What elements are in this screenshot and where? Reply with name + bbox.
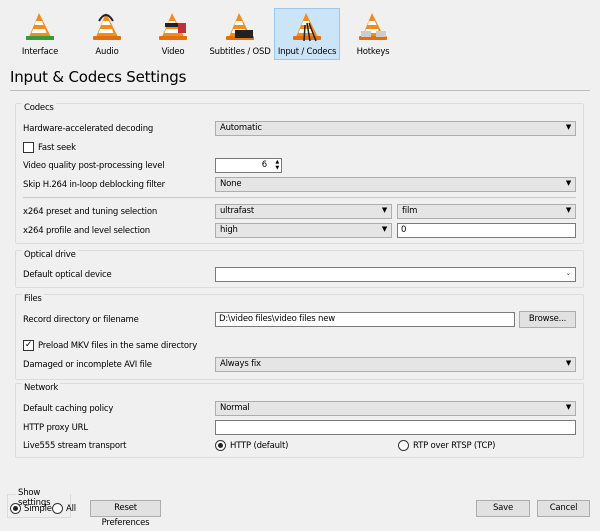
x264-profile-label: x264 profile and level selection bbox=[23, 226, 150, 236]
tab-label: Subtitles / OSD bbox=[209, 47, 271, 57]
skip-deblocking-label: Skip H.264 in-loop deblocking filter bbox=[23, 180, 165, 190]
x264-preset-select[interactable]: ultrafast ▼ bbox=[215, 204, 392, 219]
all-label: All bbox=[66, 504, 76, 514]
fast-seek-label: Fast seek bbox=[38, 143, 76, 153]
group-label: Optical drive bbox=[22, 250, 78, 260]
optical-device-label: Default optical device bbox=[23, 270, 112, 280]
fast-seek-checkbox[interactable] bbox=[23, 142, 34, 153]
x264-tuning-select[interactable]: film ▼ bbox=[397, 204, 576, 219]
group-label: Files bbox=[22, 294, 44, 304]
damaged-avi-select[interactable]: Always fix ▼ bbox=[215, 357, 576, 372]
chevron-down-icon: ▼ bbox=[381, 225, 387, 233]
divider bbox=[10, 90, 590, 91]
group-label: Network bbox=[22, 383, 61, 393]
live555-label: Live555 stream transport bbox=[23, 441, 127, 451]
all-radio[interactable] bbox=[52, 503, 63, 514]
simple-radio[interactable] bbox=[10, 503, 21, 514]
group-label: Codecs bbox=[22, 103, 56, 113]
caching-policy-label: Default caching policy bbox=[23, 404, 114, 414]
tab-label: Interface bbox=[21, 47, 59, 57]
caching-policy-select[interactable]: Normal ▼ bbox=[215, 401, 576, 416]
tab-label: Audio bbox=[95, 47, 119, 57]
video-quality-spinbox[interactable]: 6 ▲ ▼ bbox=[215, 158, 282, 173]
rtp-rtsp-radio-label: RTP over RTSP (TCP) bbox=[413, 441, 496, 451]
preload-mkv-label: Preload MKV files in the same directory bbox=[38, 341, 198, 351]
http-proxy-label: HTTP proxy URL bbox=[23, 423, 88, 433]
video-quality-label: Video quality post-processing level bbox=[23, 161, 165, 171]
optical-device-select[interactable]: ⌄ bbox=[215, 267, 576, 282]
tab-video[interactable]: Video bbox=[140, 8, 206, 60]
spin-arrows-icon: ▲ ▼ bbox=[275, 159, 279, 171]
tab-label: Input / Codecs bbox=[277, 47, 337, 57]
tab-subtitles-osd[interactable]: Subtitles / OSD bbox=[207, 8, 273, 60]
browse-button[interactable]: Browse... bbox=[519, 311, 576, 328]
hw-decoding-select[interactable]: Automatic ▼ bbox=[215, 121, 576, 136]
cancel-button[interactable]: Cancel bbox=[537, 500, 590, 517]
vlc-cone-cables-icon bbox=[293, 13, 321, 42]
chevron-down-icon: ▼ bbox=[565, 206, 571, 214]
chevron-down-icon: ▼ bbox=[565, 123, 571, 131]
simple-label: Simple bbox=[24, 504, 52, 514]
tab-input-codecs[interactable]: Input / Codecs bbox=[274, 8, 340, 60]
preload-mkv-checkbox[interactable]: ✓ bbox=[23, 340, 34, 351]
http-proxy-input[interactable] bbox=[215, 420, 576, 435]
chevron-down-icon: ▼ bbox=[565, 403, 571, 411]
reset-preferences-button[interactable]: Reset Preferences bbox=[90, 500, 161, 528]
x264-level-input[interactable]: 0 bbox=[397, 223, 576, 238]
hw-decoding-label: Hardware-accelerated decoding bbox=[23, 124, 154, 134]
tab-interface[interactable]: Interface bbox=[7, 8, 73, 60]
tab-hotkeys[interactable]: Hotkeys bbox=[340, 8, 406, 60]
chevron-down-icon: ▼ bbox=[381, 206, 387, 214]
x264-profile-select[interactable]: high ▼ bbox=[215, 223, 392, 238]
http-radio-label: HTTP (default) bbox=[230, 441, 289, 451]
damaged-avi-label: Damaged or incomplete AVI file bbox=[23, 360, 152, 370]
page-title: Input & Codecs Settings bbox=[10, 68, 187, 86]
record-directory-input[interactable]: D:\video files\video files new bbox=[215, 312, 515, 327]
http-radio[interactable] bbox=[215, 440, 226, 451]
tab-audio[interactable]: Audio bbox=[74, 8, 140, 60]
vlc-cone-headphones-icon bbox=[93, 13, 121, 40]
chevron-down-icon: ▼ bbox=[565, 359, 571, 367]
chevron-down-icon: ⌄ bbox=[565, 269, 571, 277]
save-button[interactable]: Save bbox=[476, 500, 530, 517]
x264-preset-label: x264 preset and tuning selection bbox=[23, 207, 158, 217]
vlc-cone-subtitles-icon bbox=[226, 13, 254, 40]
record-directory-label: Record directory or filename bbox=[23, 315, 139, 325]
chevron-down-icon: ▼ bbox=[565, 179, 571, 187]
vlc-cone-glasses-icon bbox=[159, 13, 187, 40]
vlc-cone-keyboard-icon bbox=[359, 13, 387, 40]
skip-deblocking-select[interactable]: None ▼ bbox=[215, 177, 576, 192]
rtp-rtsp-radio[interactable] bbox=[398, 440, 409, 451]
tab-label: Video bbox=[161, 47, 185, 57]
tab-label: Hotkeys bbox=[356, 47, 390, 57]
vlc-cone-interface-icon bbox=[26, 13, 54, 40]
separator bbox=[23, 197, 576, 198]
